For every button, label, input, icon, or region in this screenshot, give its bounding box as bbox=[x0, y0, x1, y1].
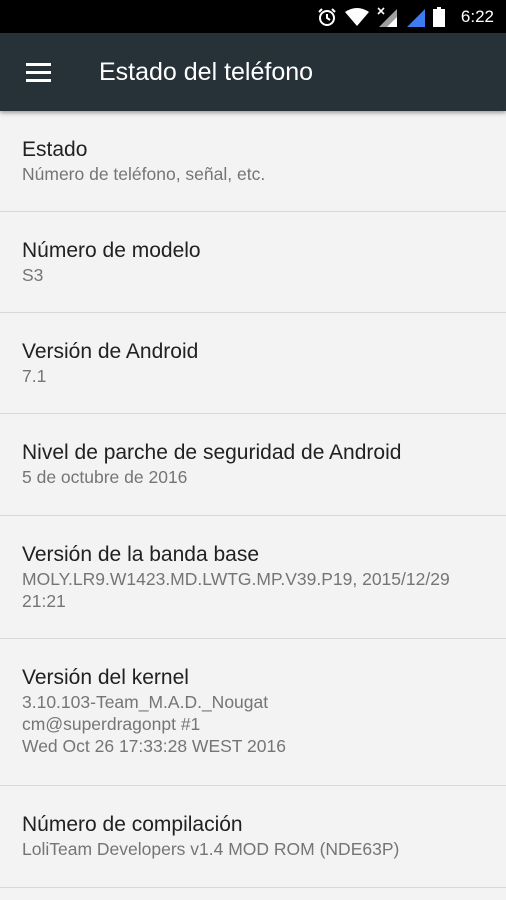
status-icons: 6:22 bbox=[317, 0, 496, 33]
item-subtitle: S3 bbox=[22, 265, 44, 285]
status-clock: 6:22 bbox=[460, 6, 494, 26]
item-subtitle: MOLY.LR9.W1423.MD.LWTG.MP.V39.P19, 2015/… bbox=[22, 569, 450, 611]
status-bar: 6:22 bbox=[0, 0, 506, 33]
list-item-build-number[interactable]: Número de compilación LoliTeam Developer… bbox=[0, 786, 506, 888]
alarm-icon bbox=[317, 7, 337, 27]
app-bar: Estado del teléfono bbox=[0, 33, 506, 111]
page-title: Estado del teléfono bbox=[99, 58, 314, 86]
settings-list: Estado Número de teléfono, señal, etc. N… bbox=[0, 111, 506, 888]
item-title: Versión de la banda base bbox=[22, 543, 260, 566]
item-title: Número de compilación bbox=[22, 813, 243, 836]
list-item-android-version[interactable]: Versión de Android 7.1 bbox=[0, 313, 506, 414]
list-item-model-number[interactable]: Número de modelo S3 bbox=[0, 212, 506, 313]
list-item-security-patch[interactable]: Nivel de parche de seguridad de Android … bbox=[0, 414, 506, 516]
item-subtitle: LoliTeam Developers v1.4 MOD ROM (NDE63P… bbox=[22, 839, 400, 859]
item-title: Nivel de parche de seguridad de Android bbox=[22, 441, 402, 464]
list-item-kernel-version[interactable]: Versión del kernel 3.10.103-Team_M.A.D._… bbox=[0, 639, 506, 786]
item-title: Versión del kernel bbox=[22, 666, 189, 689]
item-title: Número de modelo bbox=[22, 239, 201, 262]
no-signal-sim1-icon bbox=[377, 6, 397, 27]
list-item-baseband-version[interactable]: Versión de la banda base MOLY.LR9.W1423.… bbox=[0, 516, 506, 639]
item-title: Versión de Android bbox=[22, 340, 199, 363]
list-item-estado[interactable]: Estado Número de teléfono, señal, etc. bbox=[0, 111, 506, 212]
battery-icon bbox=[432, 6, 445, 27]
item-subtitle: 3.10.103-Team_M.A.D._Nougat cm@superdrag… bbox=[22, 692, 286, 756]
item-title: Estado bbox=[22, 138, 88, 161]
signal-icon bbox=[405, 7, 425, 27]
hamburger-menu-icon[interactable] bbox=[14, 51, 56, 93]
wifi-icon bbox=[344, 7, 369, 26]
item-subtitle: 7.1 bbox=[22, 366, 47, 386]
item-subtitle: Número de teléfono, señal, etc. bbox=[22, 164, 266, 184]
item-subtitle: 5 de octubre de 2016 bbox=[22, 467, 188, 487]
